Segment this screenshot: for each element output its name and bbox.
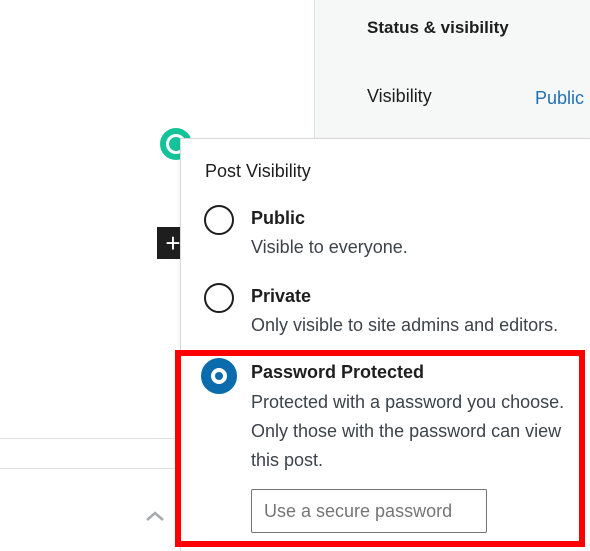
option-description: Visible to everyone. [251, 237, 408, 257]
visibility-popover: Post Visibility Public Visible to everyo… [180, 138, 590, 551]
option-description: Protected with a password you choose. On… [251, 392, 565, 470]
chevron-up-icon[interactable] [143, 506, 167, 526]
visibility-label: Visibility [367, 86, 432, 106]
option-label[interactable]: Public [251, 208, 305, 229]
visibility-toggle-button[interactable]: Public [535, 88, 584, 109]
editor-screen: Status & visibility Visibility Public + … [0, 0, 590, 551]
option-description: Only visible to site admins and editors. [251, 315, 559, 335]
radio-password-protected[interactable] [201, 358, 237, 394]
panel-title[interactable]: Status & visibility [367, 18, 509, 38]
popover-title: Post Visibility [205, 161, 311, 181]
chevron-up-icon-graphic [146, 511, 164, 521]
plus-icon: + [165, 228, 181, 258]
password-input[interactable] [251, 489, 487, 533]
radio-private[interactable] [204, 283, 234, 313]
radio-public[interactable] [204, 205, 234, 235]
option-label[interactable]: Password Protected [251, 362, 424, 383]
option-label[interactable]: Private [251, 286, 311, 307]
